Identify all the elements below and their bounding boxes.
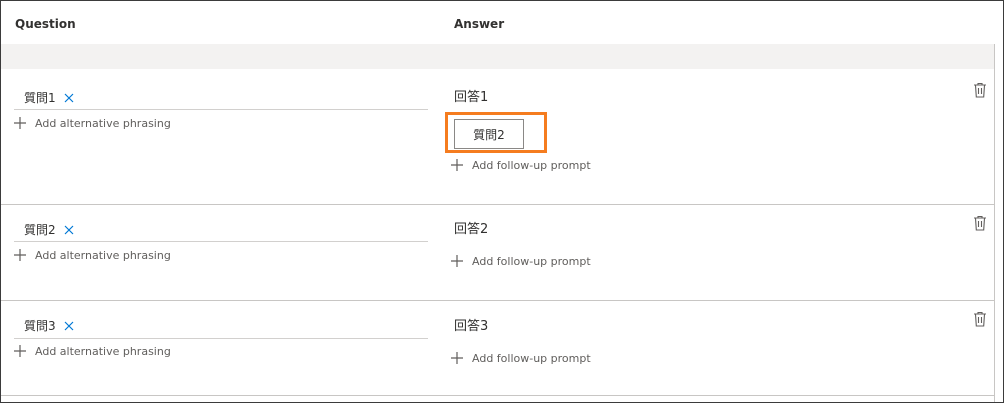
add-alternative-phrasing-button[interactable]: Add alternative phrasing <box>13 248 171 262</box>
add-follow-up-prompt-label: Add follow-up prompt <box>472 158 591 172</box>
add-follow-up-prompt-label: Add follow-up prompt <box>472 351 591 365</box>
trash-icon[interactable] <box>973 311 987 327</box>
follow-up-prompt-chip[interactable]: 質問2 <box>454 119 524 149</box>
question-underline <box>14 338 428 339</box>
plus-icon <box>13 344 27 358</box>
plus-icon <box>450 351 464 365</box>
question-chip: 質問1 <box>24 89 75 106</box>
answer-text: 回答3 <box>454 319 489 334</box>
plus-icon <box>13 116 27 130</box>
add-follow-up-prompt-button[interactable]: Add follow-up prompt <box>450 351 591 365</box>
question-text: 質問1 <box>24 91 56 105</box>
plus-icon <box>450 158 464 172</box>
answer-text: 回答1 <box>454 90 489 105</box>
add-alternative-phrasing-label: Add alternative phrasing <box>35 248 171 262</box>
qna-row: 質問2 Add alternative phrasing 回答2 Add fol… <box>1 205 994 301</box>
question-underline <box>14 109 428 110</box>
qna-row: 質問3 Add alternative phrasing 回答3 Add fol… <box>1 301 994 396</box>
question-column-header: Question <box>15 17 76 31</box>
close-icon[interactable] <box>63 92 75 104</box>
answer-column-header: Answer <box>454 17 505 31</box>
close-icon[interactable] <box>63 224 75 236</box>
add-alternative-phrasing-label: Add alternative phrasing <box>35 344 171 358</box>
add-alternative-phrasing-button[interactable]: Add alternative phrasing <box>13 344 171 358</box>
question-chip: 質問2 <box>24 221 75 238</box>
add-alternative-phrasing-button[interactable]: Add alternative phrasing <box>13 116 171 130</box>
add-follow-up-prompt-label: Add follow-up prompt <box>472 254 591 268</box>
question-underline <box>14 241 428 242</box>
add-follow-up-prompt-button[interactable]: Add follow-up prompt <box>450 254 591 268</box>
header-divider-band <box>1 44 995 69</box>
add-follow-up-prompt-button[interactable]: Add follow-up prompt <box>450 158 591 172</box>
right-divider <box>994 44 995 402</box>
question-text: 質問2 <box>24 223 56 237</box>
trash-icon[interactable] <box>973 215 987 231</box>
qna-editor: Question Answer 質問1 Add alternative phra… <box>0 0 1004 403</box>
table-header: Question Answer <box>1 1 1003 44</box>
trash-icon[interactable] <box>973 82 987 98</box>
question-text: 質問3 <box>24 319 56 333</box>
add-alternative-phrasing-label: Add alternative phrasing <box>35 116 171 130</box>
answer-text: 回答2 <box>454 222 489 237</box>
plus-icon <box>13 248 27 262</box>
question-chip: 質問3 <box>24 317 75 334</box>
plus-icon <box>450 254 464 268</box>
close-icon[interactable] <box>63 320 75 332</box>
